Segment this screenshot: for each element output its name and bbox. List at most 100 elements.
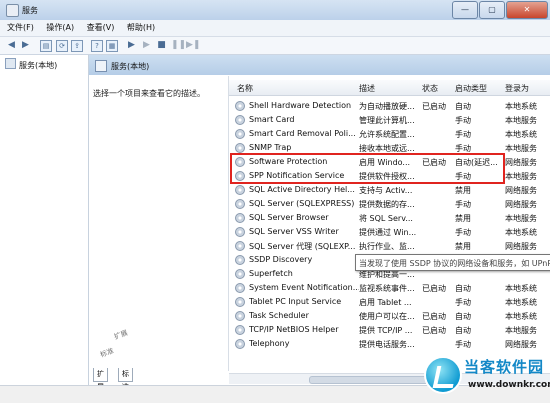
table-row[interactable]: SNMP Trap 接收本地或远... 手动 本地服务: [229, 140, 550, 154]
help-icon[interactable]: ?: [91, 40, 103, 52]
menu-file[interactable]: 文件(F): [7, 20, 34, 36]
gear-icon: [235, 227, 245, 237]
cell-desc: 支持与 Activ...: [359, 186, 413, 195]
cell-logon: 网络服务: [505, 200, 537, 209]
export-icon[interactable]: ⇪: [71, 40, 83, 52]
maximize-button[interactable]: ▢: [479, 1, 505, 19]
table-row[interactable]: Telephony 提供电话服务... 手动 网络服务: [229, 336, 550, 350]
menu-help[interactable]: 帮助(H): [127, 20, 155, 36]
cell-logon: 网络服务: [505, 242, 537, 251]
gear-icon: [235, 129, 245, 139]
cell-logon: 本地服务: [505, 116, 537, 125]
table-row[interactable]: Task Scheduler 使用户可以在... 已启动 自动 本地系统: [229, 308, 550, 322]
refresh-icon[interactable]: ⟳: [56, 40, 68, 52]
watermark-brand: 当客软件园: [464, 358, 545, 376]
table-row[interactable]: SQL Active Directory Hel... 支持与 Activ... 禁…: [229, 182, 550, 196]
cell-name: SQL Server VSS Writer: [249, 227, 339, 236]
cell-startup: 自动: [455, 102, 471, 111]
gear-icon: [235, 269, 245, 279]
menu-view[interactable]: 查看(V): [87, 20, 115, 36]
column-description[interactable]: 描述: [359, 83, 375, 94]
cell-logon: 网络服务: [505, 340, 537, 349]
panel-header: 服务(本地): [89, 55, 550, 75]
cell-name: Telephony: [249, 339, 290, 348]
cell-name: System Event Notification...: [249, 283, 359, 292]
tree-node-label: 服务(本地): [19, 61, 58, 70]
cell-startup: 手动: [455, 340, 471, 349]
console-tree: 服务(本地): [0, 55, 89, 385]
services-icon: [95, 60, 107, 72]
back-icon[interactable]: ◀: [6, 40, 17, 51]
cell-name: SSDP Discovery: [249, 255, 313, 264]
cell-startup: 手动: [455, 130, 471, 139]
cell-name: SQL Server 代理 (SQLEXP...: [249, 242, 356, 251]
show-hide-tree-icon[interactable]: ▤: [40, 40, 52, 52]
services-panel: 服务(本地) 选择一个项目来查看它的描述。 名称 描述 状态 启动类型 登录为 …: [89, 55, 550, 385]
cell-logon: 本地服务: [505, 326, 537, 335]
table-row[interactable]: Shell Hardware Detection 为自动播放硬... 已启动 自动 本地…: [229, 98, 550, 112]
cell-desc: 使用户可以在...: [359, 312, 415, 321]
column-startup-type[interactable]: 启动类型: [455, 83, 487, 94]
tooltip: 当发现了使用 SSDP 协议的网络设备和服务，如 UPnP: [355, 254, 550, 271]
cell-startup: 手动: [455, 116, 471, 125]
table-row[interactable]: System Event Notification... 监视系统事件... 已启动…: [229, 280, 550, 294]
cell-desc: 允许系统配置...: [359, 130, 415, 139]
gear-icon: [235, 213, 245, 223]
window-controls: — ▢ ✕: [451, 1, 548, 19]
cell-startup: 禁用: [455, 242, 471, 251]
cell-startup: 手动: [455, 298, 471, 307]
cell-logon: 网络服务: [505, 158, 537, 167]
properties-icon[interactable]: ▦: [106, 40, 118, 52]
tree-node-services-local[interactable]: 服务(本地): [5, 58, 57, 71]
toolbar: ◀ ▶ ▤ ⟳ ⇪ ? ▦ ▶ ▶ ■ ❚❚ ▶❚: [0, 37, 550, 55]
title-bar: 服务 — ▢ ✕: [0, 0, 550, 20]
tab-standard[interactable]: 标准: [118, 368, 133, 391]
gear-icon: [235, 143, 245, 153]
stop-icon[interactable]: ■: [156, 40, 167, 51]
column-logon-as[interactable]: 登录为: [505, 83, 529, 94]
panel-title: 服务(本地): [111, 62, 150, 71]
table-row[interactable]: SQL Server Browser 将 SQL Serv... 禁用 本地服务: [229, 210, 550, 224]
cell-desc: 将 SQL Serv...: [359, 214, 413, 223]
pause-icon[interactable]: ❚❚: [171, 40, 186, 51]
restart-icon[interactable]: ▶❚: [186, 40, 200, 51]
table-row[interactable]: TCP/IP NetBIOS Helper 提供 TCP/IP ... 已启动 自动 本…: [229, 322, 550, 336]
cell-logon: 本地系统: [505, 102, 537, 111]
start-icon[interactable]: ▶: [126, 40, 137, 51]
start-dim-icon[interactable]: ▶: [141, 40, 152, 51]
cell-name: TCP/IP NetBIOS Helper: [249, 325, 339, 334]
table-row[interactable]: Smart Card Removal Poli... 允许系统配置... 手动 本地系…: [229, 126, 550, 140]
cell-startup: 自动: [455, 312, 471, 321]
cell-startup: 自动: [455, 326, 471, 335]
tooltip-text: 当发现了使用 SSDP 协议的网络设备和服务，如 UPnP: [359, 259, 550, 268]
cell-logon: 本地系统: [505, 312, 537, 321]
minimize-button[interactable]: —: [452, 1, 478, 19]
table-row[interactable]: SQL Server VSS Writer 提供通过 Win... 手动 本地系统: [229, 224, 550, 238]
services-list: 名称 描述 状态 启动类型 登录为 Shell Hardware Detecti…: [228, 76, 550, 384]
cell-logon: 本地服务: [505, 144, 537, 153]
table-row[interactable]: SQL Server (SQLEXPRESS) 提供数据的存... 手动 网络服务: [229, 196, 550, 210]
description-text: 选择一个项目来查看它的描述。: [93, 89, 205, 98]
tab-extended[interactable]: 扩展: [93, 368, 108, 391]
cell-desc: 提供数据的存...: [359, 200, 415, 209]
cell-name: Smart Card Removal Poli...: [249, 129, 356, 138]
column-status[interactable]: 状态: [422, 83, 438, 94]
column-name[interactable]: 名称: [237, 83, 253, 94]
services-icon: [5, 58, 16, 69]
gear-icon: [235, 339, 245, 349]
gear-icon: [235, 199, 245, 209]
close-button[interactable]: ✕: [506, 1, 548, 19]
forward-icon[interactable]: ▶: [20, 40, 31, 51]
menu-action[interactable]: 操作(A): [46, 20, 74, 36]
table-row[interactable]: Smart Card 管理此计算机... 手动 本地服务: [229, 112, 550, 126]
highlight-box: [230, 153, 505, 184]
table-row[interactable]: Tablet PC Input Service 启用 Tablet ... 手动 本地…: [229, 294, 550, 308]
gear-icon: [235, 297, 245, 307]
cell-name: Superfetch: [249, 269, 293, 278]
cell-name: Shell Hardware Detection: [249, 101, 352, 110]
cell-name: SNMP Trap: [249, 143, 292, 152]
cell-desc: 为自动播放硬...: [359, 102, 415, 111]
cell-startup: 手动: [455, 228, 471, 237]
cell-logon: 本地系统: [505, 130, 537, 139]
table-row[interactable]: SQL Server 代理 (SQLEXP... 执行作业、监... 禁用 网络服务: [229, 238, 550, 252]
